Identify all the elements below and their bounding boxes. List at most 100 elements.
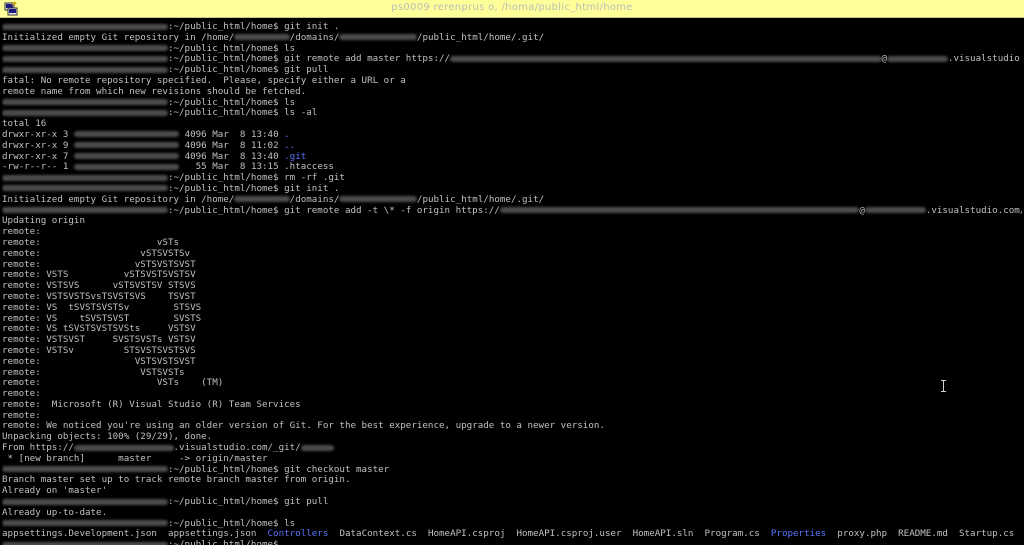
directory-name: Properties [770,528,827,540]
terminal-line: xxxxxxxxxxxxxxxxxxxxxxxxxxxxxx:~/public_… [2,42,1022,55]
terminal-text: remote: Microsoft (R) Visual Studio (R) … [2,398,301,410]
terminal-text: :~/public_html/home$ git checkout master [167,463,390,475]
terminal-text: :~/public_html/home$ ls -al [167,107,318,119]
terminal-line: * [new branch] master -> origin/master [2,453,1022,465]
redacted-text: xxxxxxxxxxxxxxxxxxxxxxxxxxxxxx [2,207,168,214]
terminal-line: remote: Microsoft (R) Visual Studio (R) … [2,398,1022,411]
terminal-text: :~/public_html/home$ git remote add -t \… [167,204,500,216]
terminal-line: xxxxxxxxxxxxxxxxxxxxxxxxxxxxxx:~/public_… [2,64,1022,76]
terminal-text: remote: vSTSVSTSv [2,247,191,259]
terminal-text: remote: [2,409,41,421]
redacted-text: xxxxxxxxxxx [864,207,926,214]
redacted-text: xxxxxxxxxxxxxxxxxxxxxxxxxxxxxx [2,109,168,116]
terminal-text: Already on 'master' [2,485,108,497]
redacted-text: xxxxxxxxxxxxxxxxxxxxxxxxxxxxxx [2,185,168,192]
terminal-line: Already up-to-date. [2,507,1022,519]
terminal-text: Initialized empty Git repository in /hom… [2,193,235,205]
terminal-line: drwxr-xr-x 7 xxxxxxxxxxxxxxxxxxx 4096 Ma… [2,150,1022,163]
terminal-line: Initialized empty Git repository in /hom… [2,193,1022,206]
redacted-text: xxxxxxxxxxxxxxxxxxxxxxxxxxxxxx [2,466,168,473]
terminal-text: remote: vSTSVSTSVST [2,258,196,270]
terminal-line: xxxxxxxxxxxxxxxxxxxxxxxxxxxxxx:~/public_… [2,204,1022,217]
terminal-text: proxy.php README.md Startup.cs [826,528,1015,540]
terminal-text: remote: VSTs (TM) [2,377,224,389]
directory-name: Controllers [267,528,329,540]
terminal-text: :~/public_html/home$ git pull [167,64,329,76]
terminal-text: 4096 Mar 8 13:40 [179,150,285,162]
redacted-text: xxxxxxxxxxxxxxxxxxxxxxxxxxxxxx [2,520,168,527]
directory-name: .. [284,139,296,151]
terminal-text: .visualstudio.com/_git/ [925,204,1022,216]
redacted-text: xxxxxxxxxxxxxxxxxx [73,444,174,451]
terminal-line: Initialized empty Git repository in /hom… [2,31,1022,44]
redacted-text: xxxxxxxxxxxxxxxxxxxxxxxxxxxxxxxxxxxxxxxx… [499,207,860,214]
redacted-text: xxxxxxxxxxxxxxxxxxx [73,142,180,149]
terminal-text: remote: VS tSVSTSVSTSv STSVS [2,301,202,313]
terminal-text: 4096 Mar 8 11:02 [179,139,285,151]
redacted-text: xxxxxxxxxxxxxxxxxxxxxxxxxxxxxx [2,45,168,52]
terminal-text: /domains/ [289,31,340,43]
redacted-text: xxxxxxxxxxxxxxxxxxx [73,131,180,138]
terminal-text: /public_html/home/.git/ [416,31,545,43]
terminal-text: remote: [2,226,41,238]
terminal-text: remote: VSTSVSTSvsTSVSTSVS TSVST [2,290,196,302]
terminal-text: :~/public_html/home$ git init . [167,182,340,194]
terminal-text: :~/public_html/home$ rm -rf .git [167,172,345,184]
terminal-text: remote: VSTSVSTSVST [2,355,196,367]
redacted-text: xxxxxxxxxxxxxx [339,196,417,203]
redacted-text: xxxxxxxxxxxxxxxxxxxxxxxxxxxxxx [2,99,168,106]
terminal-text: remote: [2,388,41,400]
terminal-line: xxxxxxxxxxxxxxxxxxxxxxxxxxxxxx:~/public_… [2,53,1022,65]
terminal-text: remote: vSTs [2,236,180,248]
terminal-line: total 16 [2,118,1022,130]
terminal-line: xxxxxxxxxxxxxxxxxxxxxxxxxxxxxx:~/public_… [2,539,1022,545]
terminal-text: :~/public_html/home$ git init . [167,22,340,32]
terminal-text: -rw-r--r-- 1 [2,161,74,173]
directory-name: .git [284,150,307,162]
terminal-line: xxxxxxxxxxxxxxxxxxxxxxxxxxxxxx:~/public_… [2,107,1022,119]
terminal-line: From https://xxxxxxxxxxxxxxxxxx.visualst… [2,442,1022,454]
redacted-text: xxxxxxxxxxxxxxxxxxxxxxxxxxxxxx [2,66,168,73]
terminal-text: 4096 Mar 8 13:40 [179,128,285,140]
terminal-text: remote: VSTS vSTSVSTSVSTSV [2,269,196,281]
redacted-text: xxxxxxxxxx [234,34,290,41]
terminal-text: DataContext.cs HomeAPI.csproj HomeAPI.cs… [328,528,771,540]
terminal-text: :~/public_html/home$ ls [167,42,296,54]
terminal-text: .visualstudio.com/_git/ [173,442,301,454]
terminal-line: appsettings.Development.json appsettings… [2,529,1022,540]
terminal-line: remote name from which new revisions sho… [2,86,1022,98]
terminal-line: drwxr-xr-x 9 xxxxxxxxxxxxxxxxxxx 4096 Ma… [2,139,1022,152]
terminal-text: remote: VS tSVSTSVSTSVSts VSTSV [2,323,196,335]
redacted-text: xxxxxxxxxxx [887,55,948,62]
terminal-text: remote: VSTSv STSVSTSVSTSVS [2,344,196,356]
redacted-text: xxxxxxxxxxxxxxxxxxxxxxxxxxxxxx [2,498,168,505]
terminal-text: drwxr-xr-x 7 [2,150,74,162]
terminal-text: remote: VSTSVST SVSTSVSTs VSTSV [2,334,196,346]
ibeam-cursor-icon [941,380,946,392]
terminal-line: xxxxxxxxxxxxxxxxxxxxxxxxxxxxxx:~/public_… [2,97,1022,109]
terminal-line: xxxxxxxxxxxxxxxxxxxxxxxxxxxxxx:~/public_… [2,463,1022,476]
terminal-text: From https:// [2,442,74,454]
terminal-line: remote: VSTs (TM) [2,377,1022,389]
redacted-text: xxxxxxxxxxxxxxxxxxx [73,163,180,170]
terminal-text: :~/public_html/home$ git remote add mast… [167,53,451,65]
terminal-text: :~/public_html/home$ [167,539,285,545]
terminal-text: Branch master set up to track remote bra… [2,474,351,486]
terminal-line: Unpacking objects: 100% (29/29), done. [2,431,1022,443]
terminal-line: xxxxxxxxxxxxxxxxxxxxxxxxxxxxxx:~/public_… [2,172,1022,184]
terminal-text: remote: We noticed you're using an older… [2,420,605,432]
redacted-text: xxxxxxxxxxxxxxxxxxxxxxxxxxxxxx [2,23,168,30]
redacted-text: xxxxxx [300,444,334,451]
terminal-text: drwxr-xr-x 3 [2,128,74,140]
redacted-text: xxxxxxxxxxxxxxxxxxxxxxxxxxxxxxxxxxxxxxxx… [450,55,882,62]
terminal-line: Already on 'master' [2,485,1022,497]
terminal-text: :~/public_html/home$ ls [167,517,296,529]
window-titlebar[interactable]: ps0009 rerenprus o, /homa/public_html/ho… [0,0,1024,18]
terminal-text: drwxr-xr-x 9 [2,139,74,151]
terminal-text: .visualstudio.com/_git/ [947,53,1022,65]
window-title: ps0009 rerenprus o, /homa/public_html/ho… [391,2,633,13]
terminal-text: /domains/ [289,193,340,205]
terminal-output[interactable]: xxxxxxxxxxxxxxxxxxxxxxxxxxxxxx:~/public_… [2,22,1022,545]
terminal-text: :~/public_html/home$ git pull [167,496,329,508]
terminal-text: remote: VSTSVSTs [2,366,185,378]
